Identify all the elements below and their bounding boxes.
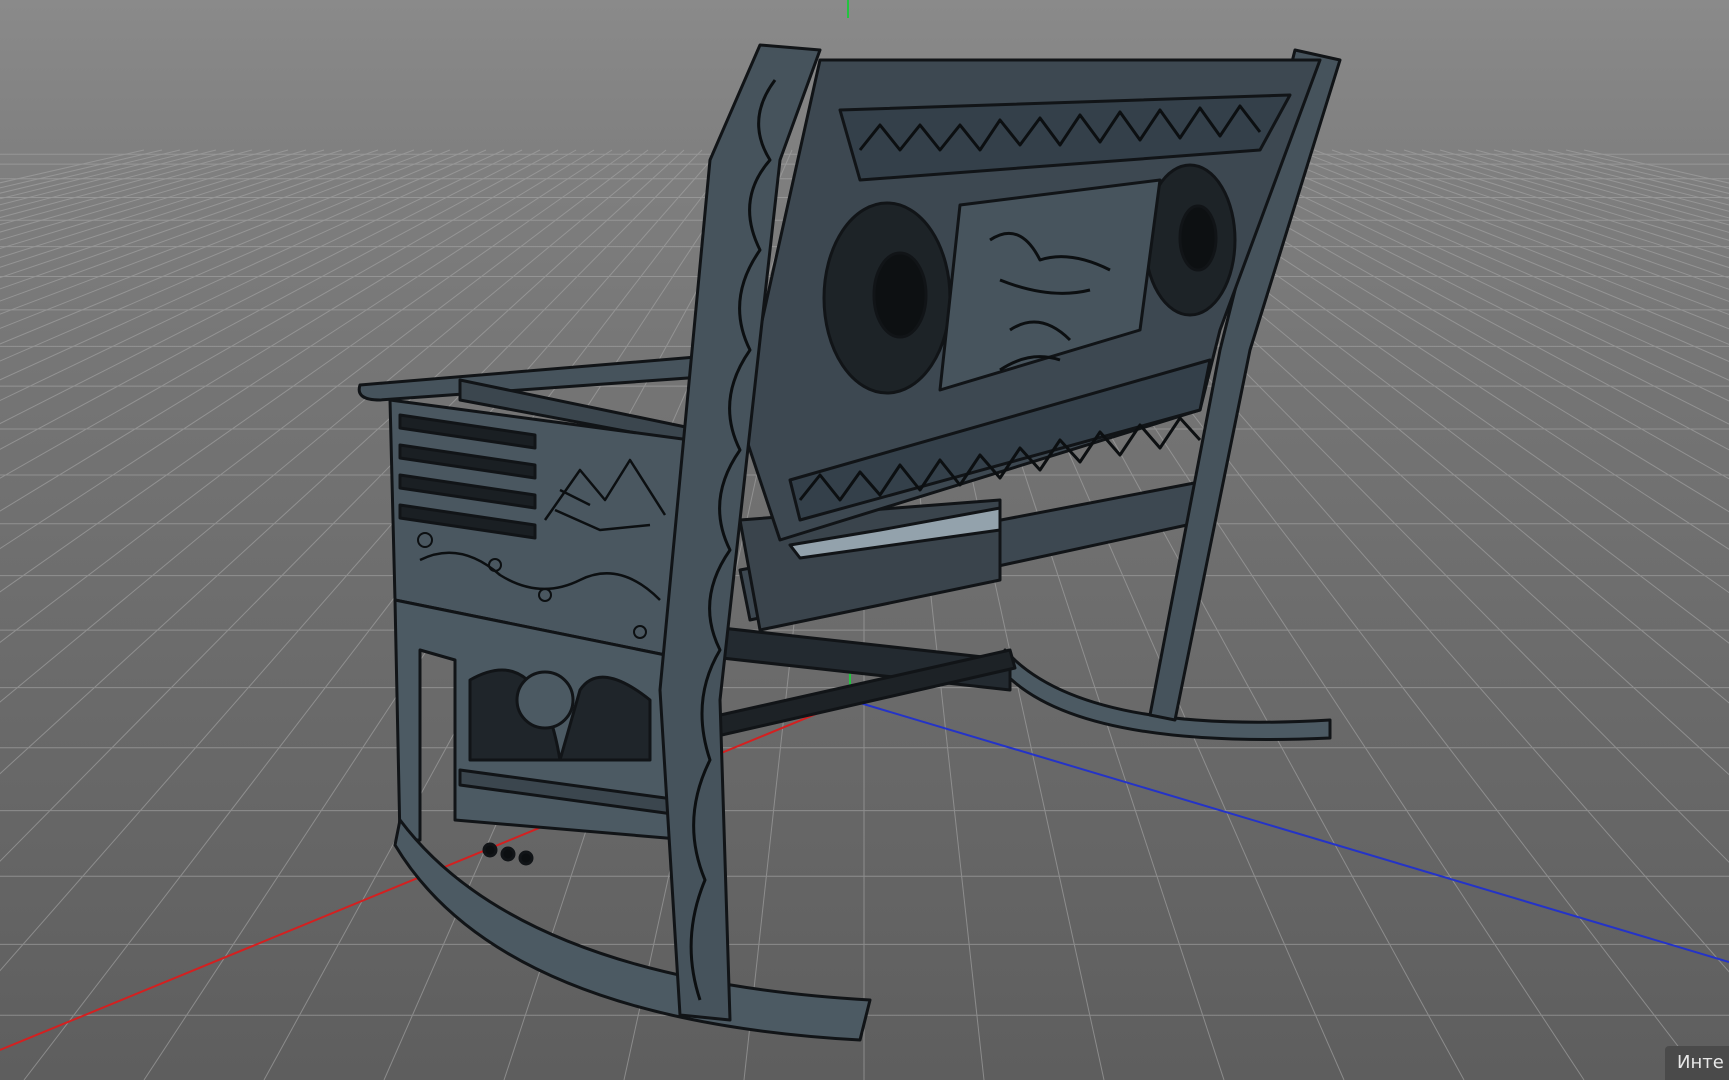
3d-viewport[interactable]: Инте <box>0 0 1729 1080</box>
grid-line <box>1295 149 1729 316</box>
peg-3 <box>518 850 534 866</box>
grid-line <box>1277 149 1729 330</box>
peg-1 <box>482 842 498 858</box>
grid-line <box>1457 149 1729 226</box>
grid-line <box>1421 149 1729 241</box>
grid-line <box>1565 149 1729 189</box>
grid-line <box>0 149 415 302</box>
right-speaker-cone <box>1178 204 1218 272</box>
viewport-scene[interactable] <box>0 0 1729 1080</box>
left-rocker <box>393 818 872 1042</box>
grid-line <box>1475 149 1729 219</box>
left-speaker-cone <box>872 251 928 339</box>
grid-line <box>0 149 433 315</box>
viewport-mode-label[interactable]: Инте <box>1665 1046 1729 1080</box>
grid-line <box>1439 149 1729 233</box>
grid-line <box>0 149 253 219</box>
grid-line <box>1367 149 1729 269</box>
grid-line <box>0 149 163 189</box>
grid-line <box>0 149 343 259</box>
grid-line <box>1403 149 1729 250</box>
grid-line <box>1349 149 1729 279</box>
peg-2 <box>500 846 516 862</box>
left-arm-rail <box>357 353 732 402</box>
rocking-bench-model[interactable] <box>357 43 1342 1042</box>
grid-line <box>1313 149 1729 302</box>
grid-line <box>1385 149 1729 259</box>
grid-line <box>0 149 289 233</box>
grid-line <box>0 149 379 279</box>
grid-line <box>0 149 361 268</box>
grid-line <box>0 149 145 184</box>
grid-line <box>1205 149 1729 402</box>
grid-line <box>1223 149 1729 381</box>
grid-line <box>0 149 271 226</box>
heart-ornament <box>515 670 575 730</box>
grid-line <box>0 149 307 241</box>
grid-line <box>0 149 451 329</box>
grid-line <box>0 149 325 249</box>
